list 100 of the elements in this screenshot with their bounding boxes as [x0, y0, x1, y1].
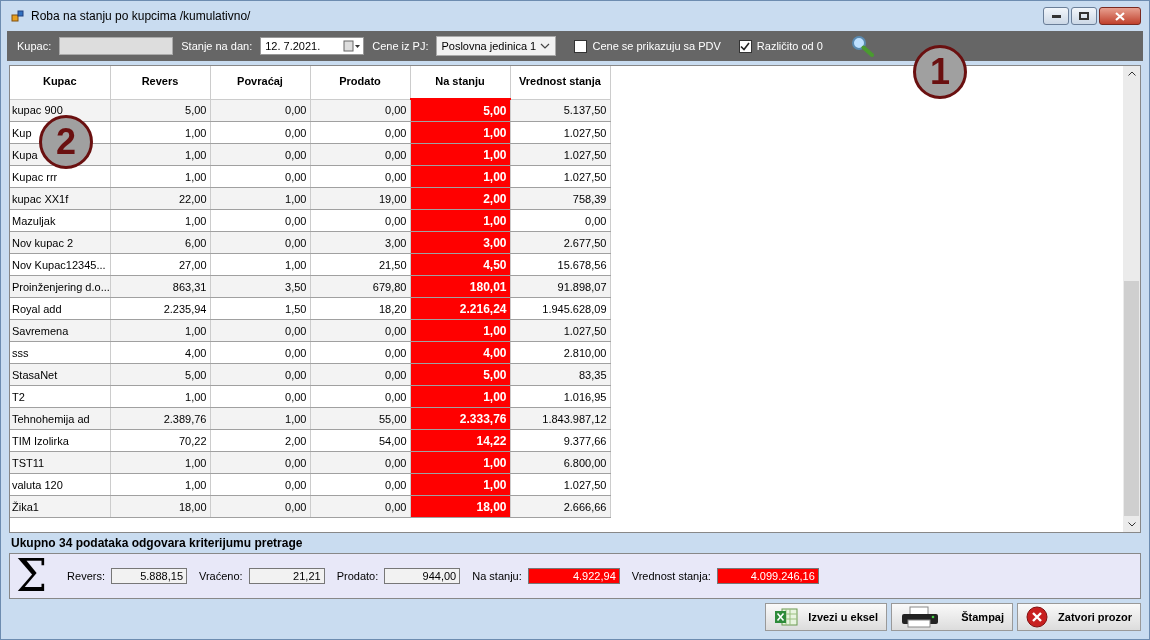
table-cell: 18,20 — [310, 297, 410, 320]
table-cell: TIM Izolirka — [10, 429, 110, 452]
search-icon[interactable] — [850, 35, 875, 57]
sum-symbol: Σ — [16, 556, 48, 596]
summary-value: 4.922,94 — [527, 568, 620, 584]
scroll-down-icon[interactable] — [1127, 522, 1136, 527]
table-cell: Mazuljak — [10, 209, 110, 232]
table-cell: 2,00 — [210, 429, 310, 452]
table-cell: 1.027,50 — [510, 121, 610, 144]
customer-field[interactable] — [59, 37, 174, 55]
table-cell: 1.945.628,09 — [510, 297, 610, 320]
unit-dropdown[interactable]: Poslovna jedinica 1 — [436, 36, 557, 56]
spreadsheet-icon — [774, 607, 799, 627]
table-cell: Tehnohemija ad — [10, 407, 110, 430]
table-cell: 9.377,66 — [510, 429, 610, 452]
checkbox-label: Cene se prikazuju sa PDV — [592, 40, 721, 52]
action-button[interactable]: Štampaj — [891, 603, 1014, 631]
summary-value: 21,21 — [248, 568, 325, 584]
scroll-thumb[interactable] — [1124, 281, 1139, 516]
table-cell: 0,00 — [210, 473, 310, 496]
summary-value: 944,00 — [384, 568, 461, 584]
chevron-down-icon — [540, 43, 551, 49]
table-cell: 0,00 — [310, 385, 410, 408]
table-cell: 2.810,00 — [510, 341, 610, 364]
table-cell: sss — [10, 341, 110, 364]
close-button[interactable] — [1099, 7, 1141, 25]
minimize-button[interactable] — [1043, 7, 1069, 25]
table-cell: T2 — [10, 385, 110, 408]
checkmark-icon — [740, 41, 751, 51]
calendar-icon — [343, 40, 362, 52]
close-icon — [1115, 11, 1125, 21]
maximize-icon — [1079, 12, 1089, 20]
table-cell: 2.235,94 — [110, 297, 210, 320]
unit-label: Cene iz PJ: — [372, 40, 429, 52]
column-header[interactable]: Na stanju — [410, 66, 510, 99]
column-header[interactable]: Prodato — [310, 66, 410, 99]
table-cell: 1,00 — [110, 121, 210, 144]
column-header[interactable]: Vrednost stanja — [510, 66, 610, 99]
table-cell: 1,00 — [210, 253, 310, 276]
table-cell: 15.678,56 — [510, 253, 610, 276]
table-cell: Žika1 — [10, 495, 110, 518]
table-cell: 1.027,50 — [510, 473, 610, 496]
column-header[interactable]: Povraćaj — [210, 66, 310, 99]
summary-value: 4.099.246,16 — [716, 568, 819, 584]
column-header[interactable]: Kupac — [10, 66, 110, 99]
table-cell: TST11 — [10, 451, 110, 474]
table-cell: 1,00 — [110, 473, 210, 496]
table-cell: 0,00 — [310, 121, 410, 144]
table-cell: valuta 120 — [10, 473, 110, 496]
scrollbar[interactable] — [1123, 66, 1140, 532]
table-cell: Proinženjering d.o... — [10, 275, 110, 298]
summary-label: Vraćeno: — [199, 570, 243, 582]
table-cell: 1.016,95 — [510, 385, 610, 408]
table-cell: Nov Kupac12345... — [10, 253, 110, 276]
table-cell: kupac XX1f — [10, 187, 110, 210]
table-cell: 0,00 — [310, 209, 410, 232]
table-cell: 0,00 — [310, 165, 410, 188]
window-title: Roba na stanju po kupcima /kumulativno/ — [31, 9, 251, 23]
minimize-icon — [1051, 14, 1061, 18]
checkbox-label: Različito od 0 — [756, 40, 823, 52]
table-cell: 27,00 — [110, 253, 210, 276]
table-cell: 54,00 — [310, 429, 410, 452]
maximize-button[interactable] — [1071, 7, 1097, 25]
date-label: Stanje na dan: — [181, 40, 253, 52]
checkbox[interactable] — [738, 39, 752, 53]
summary-label: Vrednost stanja: — [631, 570, 711, 582]
table-cell: Savremena — [10, 319, 110, 342]
scroll-up-icon[interactable] — [1127, 71, 1136, 76]
status-text: Ukupno 34 podataka odgovara kriterijumu pretrage — [10, 535, 304, 552]
app-icon — [11, 9, 25, 23]
summary-label: Revers: — [67, 570, 105, 582]
action-button[interactable]: Izvezi u eksel — [765, 603, 888, 631]
action-button[interactable]: Zatvori prozor — [1017, 603, 1141, 631]
table-cell: 0,00 — [210, 209, 310, 232]
summary-value: 5.888,15 — [111, 568, 187, 584]
table-cell: 1,00 — [110, 165, 210, 188]
table-cell: 21,50 — [310, 253, 410, 276]
table-cell: StasaNet — [10, 363, 110, 386]
table-cell: 0,00 — [210, 165, 310, 188]
table-cell: 1,00 — [110, 385, 210, 408]
table-cell: 1.027,50 — [510, 165, 610, 188]
table-cell: 0,00 — [210, 121, 310, 144]
table-cell: Nov kupac 2 — [10, 231, 110, 254]
summary-label: Na stanju: — [472, 570, 522, 582]
table-cell: 0,00 — [310, 473, 410, 496]
summary-label: Prodato: — [336, 570, 379, 582]
customer-label: Kupac: — [17, 40, 52, 52]
table-cell: Royal add — [10, 297, 110, 320]
table-cell: 0,00 — [510, 209, 610, 232]
checkbox[interactable] — [574, 39, 588, 53]
date-picker[interactable]: 12. 7.2021. — [260, 37, 365, 55]
table-cell: 0,00 — [310, 341, 410, 364]
table-cell: 70,22 — [110, 429, 210, 452]
table-cell: 1,00 — [110, 209, 210, 232]
table-cell: 1,50 — [210, 297, 310, 320]
table-cell: 4,00 — [110, 341, 210, 364]
column-header[interactable]: Revers — [110, 66, 210, 99]
close-circle-icon — [1026, 606, 1049, 628]
table-cell: 0,00 — [210, 385, 310, 408]
table-cell: 0,00 — [210, 341, 310, 364]
